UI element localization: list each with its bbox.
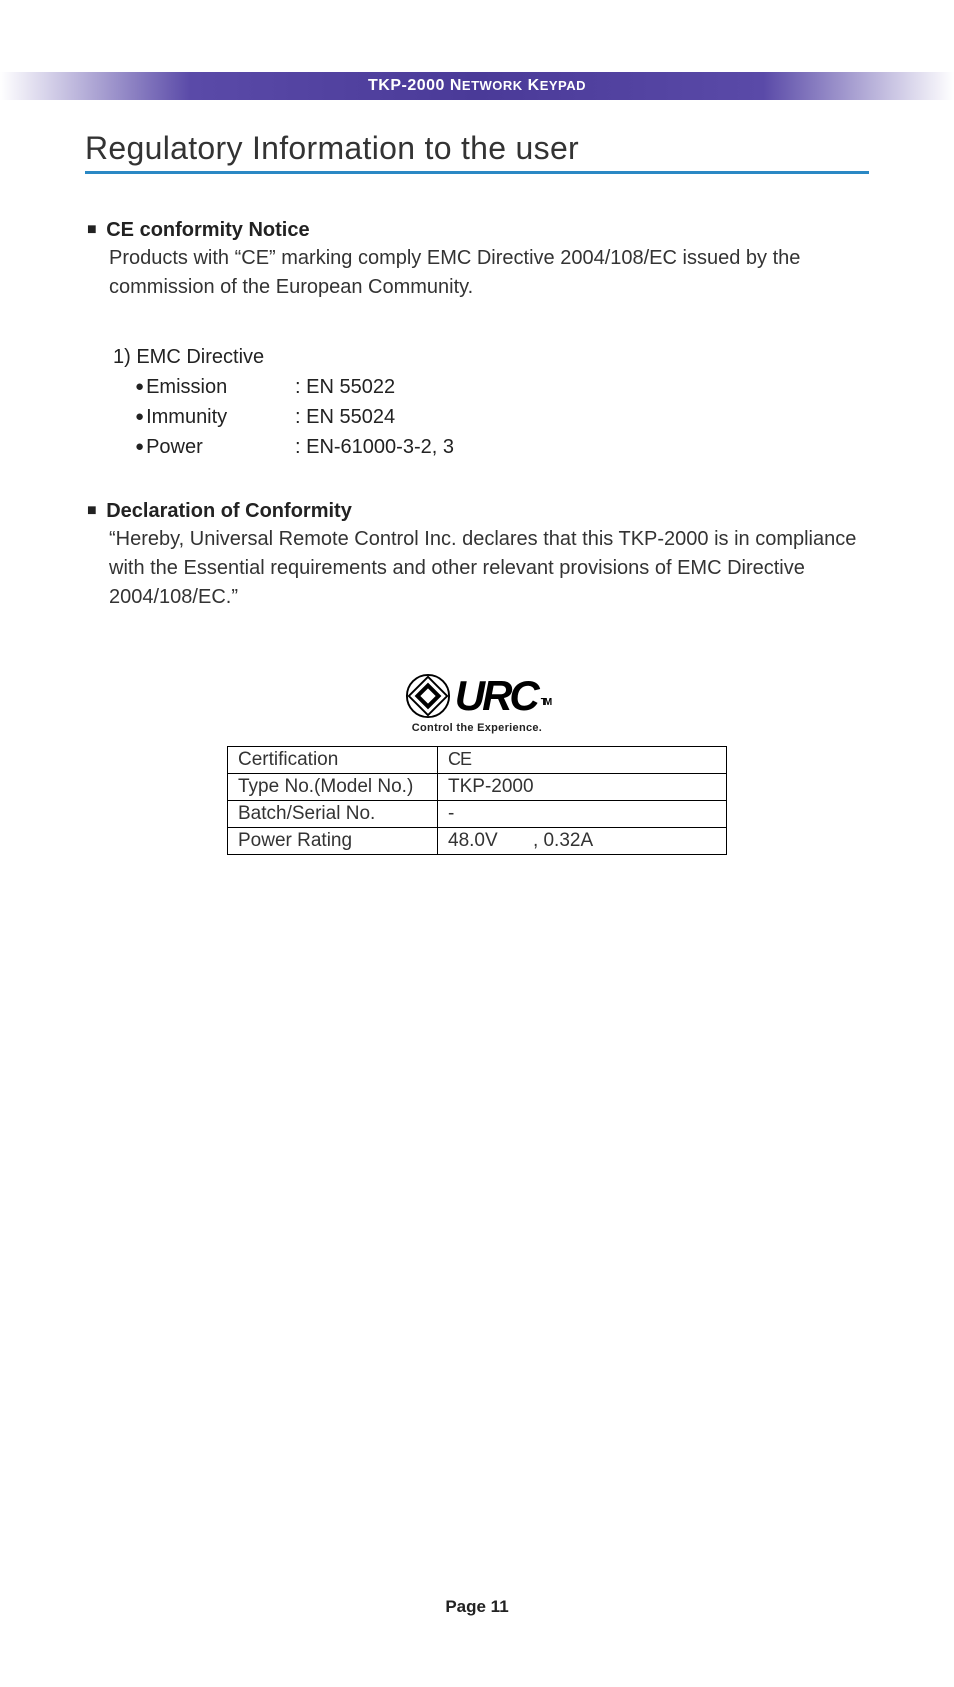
page-content: Regulatory Information to the user ■ CE … bbox=[0, 100, 954, 855]
cert-label: Certification bbox=[228, 747, 438, 774]
table-row: Certification CE bbox=[228, 747, 727, 774]
page-number: Page 11 bbox=[0, 1597, 954, 1617]
table-row: Type No.(Model No.) TKP-2000 bbox=[228, 774, 727, 801]
square-bullet-icon: ■ bbox=[87, 221, 97, 238]
emc-row: ●Emission : EN 55022 bbox=[135, 372, 869, 402]
emc-row: ●Power : EN-61000-3-2, 3 bbox=[135, 432, 869, 462]
declaration-body: “Hereby, Universal Remote Control Inc. d… bbox=[85, 525, 869, 612]
title-underline bbox=[85, 171, 869, 174]
urc-emblem-icon bbox=[405, 673, 451, 719]
declaration-section: ■ Declaration of Conformity “Hereby, Uni… bbox=[85, 500, 869, 612]
cert-value: - bbox=[438, 801, 727, 828]
cert-value: CE bbox=[438, 747, 727, 774]
declaration-heading: ■ Declaration of Conformity bbox=[85, 500, 869, 523]
cert-label: Type No.(Model No.) bbox=[228, 774, 438, 801]
trademark-icon: TM bbox=[541, 697, 549, 708]
document-header: TKP-2000 NETWORK KEYPAD bbox=[0, 72, 954, 100]
cert-label: Batch/Serial No. bbox=[228, 801, 438, 828]
table-row: Batch/Serial No. - bbox=[228, 801, 727, 828]
ce-heading: ■ CE conformity Notice bbox=[85, 219, 869, 242]
table-row: Power Rating 48.0V , 0.32A bbox=[228, 828, 727, 855]
bullet-icon: ● bbox=[135, 438, 144, 455]
bullet-icon: ● bbox=[135, 408, 144, 425]
ce-body: Products with “CE” marking comply EMC Di… bbox=[85, 244, 869, 302]
emc-directive-list: 1) EMC Directive ●Emission : EN 55022 ●I… bbox=[85, 342, 869, 462]
bullet-icon: ● bbox=[135, 378, 144, 395]
logo-block: URC TM Control the Experience. bbox=[85, 672, 869, 736]
certification-table: Certification CE Type No.(Model No.) TKP… bbox=[227, 746, 727, 855]
cert-value: 48.0V , 0.32A bbox=[438, 828, 727, 855]
square-bullet-icon: ■ bbox=[87, 502, 97, 519]
ce-conformity-section: ■ CE conformity Notice Products with “CE… bbox=[85, 219, 869, 462]
header-title: TKP-2000 NETWORK KEYPAD bbox=[368, 77, 586, 95]
cert-label: Power Rating bbox=[228, 828, 438, 855]
emc-title: 1) EMC Directive bbox=[113, 342, 869, 372]
logo-tagline: Control the Experience. bbox=[405, 722, 549, 734]
ce-mark-icon: CE bbox=[448, 749, 471, 769]
page-title: Regulatory Information to the user bbox=[85, 130, 869, 167]
emc-row: ●Immunity : EN 55024 bbox=[135, 402, 869, 432]
urc-logo: URC TM bbox=[405, 672, 549, 720]
cert-value: TKP-2000 bbox=[438, 774, 727, 801]
